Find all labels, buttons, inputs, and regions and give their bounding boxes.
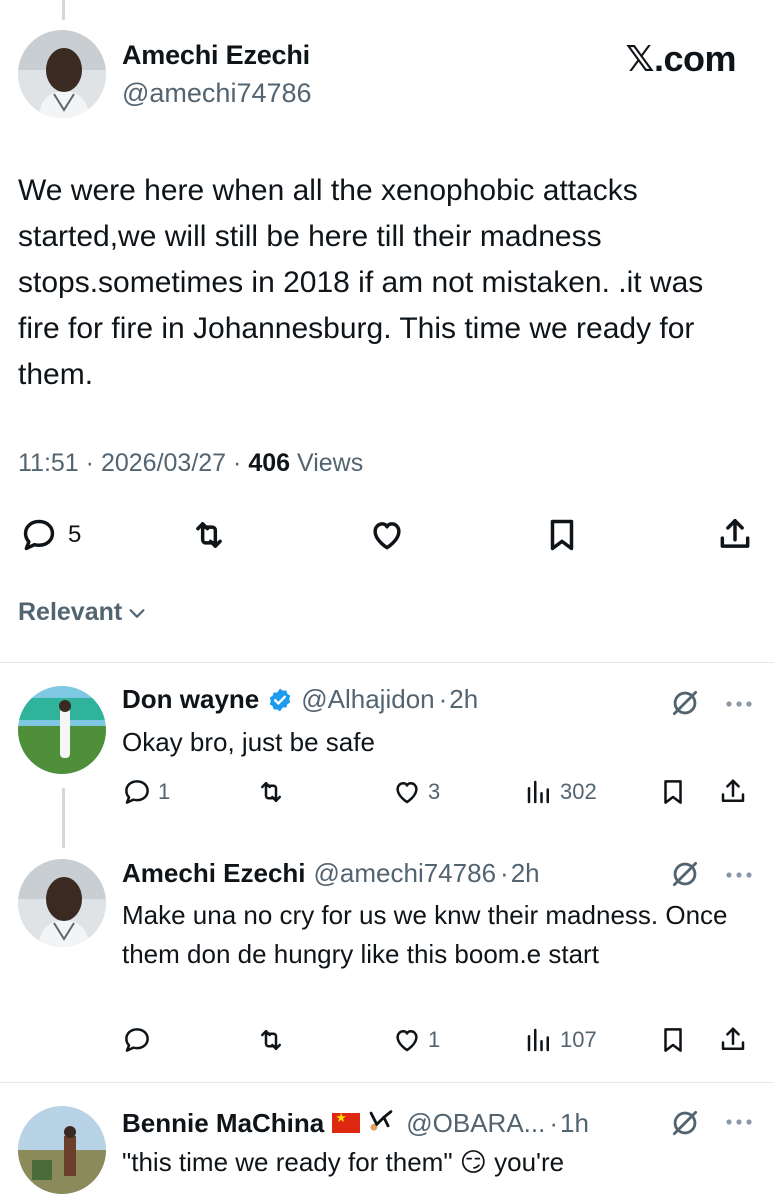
reply-author-handle[interactable]: @Alhajidon	[301, 684, 434, 715]
thread-line	[62, 0, 65, 20]
retweet-button[interactable]	[190, 510, 228, 560]
reply-avatar[interactable]	[18, 859, 106, 947]
grok-icon[interactable]	[668, 857, 702, 891]
x-brand-logo: 𝕏.com	[625, 38, 736, 79]
reply-avatar[interactable]	[18, 686, 106, 774]
tweet-text: We were here when all the xenophobic att…	[18, 174, 704, 391]
share-icon	[721, 1027, 745, 1050]
reply-item[interactable]: Amechi Ezechi @amechi74786 · 2h Make una…	[0, 845, 774, 1081]
reply-author-name[interactable]: Bennie MaChina	[122, 1108, 324, 1139]
more-options-icon[interactable]	[722, 865, 756, 885]
reply-header: Bennie MaChina @OBARA... · 1h	[122, 1106, 589, 1140]
meta-separator: ·	[549, 1107, 559, 1138]
reply-author-handle[interactable]: @amechi74786	[314, 858, 497, 889]
grok-icon[interactable]	[668, 1106, 702, 1140]
tweet-time[interactable]: 11:51	[18, 449, 79, 477]
meta-separator: ·	[233, 449, 242, 477]
person-cartwheeling-icon	[369, 1110, 393, 1131]
more-options-icon[interactable]	[722, 694, 756, 714]
like-icon	[396, 782, 418, 804]
more-options-icon[interactable]	[722, 1112, 756, 1132]
retweet-icon	[261, 782, 281, 802]
verified-badge-icon[interactable]	[267, 687, 293, 713]
bookmark-button[interactable]	[658, 772, 688, 812]
reply-age[interactable]: 2h	[511, 858, 540, 889]
reply-icon	[125, 780, 149, 804]
reply-text: Make una no cry for us we knw their madn…	[122, 900, 728, 969]
retweet-button[interactable]	[256, 772, 286, 812]
view-count: 302	[560, 779, 597, 804]
china-flag-icon	[332, 1110, 361, 1133]
views-chart-icon	[527, 1028, 549, 1052]
tweet-date[interactable]: 2026/03/27	[101, 449, 226, 477]
meta-separator: ·	[438, 684, 448, 714]
reply-icon	[125, 1028, 149, 1052]
reply-text: Okay bro, just be safe	[122, 727, 375, 757]
reply-text: "this time we ready for them" 😏 you're	[122, 1147, 565, 1177]
reply-author-name[interactable]: Amechi Ezechi	[122, 858, 306, 889]
reply-header: Amechi Ezechi @amechi74786 · 2h	[122, 858, 540, 889]
share-icon	[721, 779, 745, 802]
reply-action-bar: 1 107	[0, 1020, 774, 1060]
author-handle[interactable]: @amechi74786	[122, 78, 312, 109]
retweet-icon	[261, 1030, 281, 1050]
like-button[interactable]: 1	[392, 1020, 440, 1060]
sort-dropdown[interactable]: Relevant	[18, 598, 148, 627]
like-button[interactable]: 3	[392, 772, 440, 812]
meta-separator: ·	[500, 858, 509, 888]
reply-author-handle[interactable]: @OBARA...	[406, 1108, 545, 1139]
reply-header: Don wayne @Alhajidon · 2h	[122, 684, 478, 715]
view-count: 107	[560, 1027, 597, 1052]
like-count: 1	[428, 1027, 441, 1052]
like-icon	[373, 522, 401, 550]
share-icon	[720, 519, 750, 548]
reply-action-bar: 1 3 302	[0, 772, 774, 812]
like-count: 3	[428, 779, 441, 804]
bookmark-icon	[550, 519, 574, 551]
share-button[interactable]	[718, 772, 748, 812]
meta-separator: ·	[85, 449, 94, 477]
grok-icon[interactable]	[668, 686, 702, 720]
reply-count: 1	[158, 779, 171, 804]
reply-age[interactable]: 1h	[560, 1108, 589, 1139]
share-button[interactable]	[718, 1020, 748, 1060]
bookmark-button[interactable]	[543, 510, 581, 560]
reply-button[interactable]: 5	[20, 510, 81, 560]
like-button[interactable]	[368, 510, 406, 560]
reply-button[interactable]	[122, 1020, 152, 1060]
bookmark-icon	[664, 780, 682, 804]
reply-age[interactable]: 2h	[449, 684, 478, 715]
like-icon	[396, 1030, 418, 1052]
share-button[interactable]	[716, 510, 754, 560]
reply-icon	[23, 519, 55, 551]
chevron-down-icon	[129, 608, 145, 618]
views-button[interactable]: 302	[524, 772, 597, 812]
views-label: Views	[296, 449, 364, 477]
views-chart-icon	[527, 780, 549, 804]
reply-author-name[interactable]: Don wayne	[122, 684, 259, 715]
author-avatar[interactable]	[18, 30, 106, 118]
sort-label: Relevant	[18, 598, 123, 626]
reply-item[interactable]: Don wayne @Alhajidon · 2h Okay bro, just…	[0, 662, 774, 858]
views-count: 406	[248, 449, 291, 477]
author-name[interactable]: Amechi Ezechi	[122, 40, 310, 71]
tweet-action-bar: 5	[0, 510, 774, 560]
reply-item[interactable]: Bennie MaChina @OBARA... · 1h "this time…	[0, 1082, 774, 1200]
retweet-button[interactable]	[256, 1020, 286, 1060]
bookmark-button[interactable]	[658, 1020, 688, 1060]
tweet-meta: 11:51 · 2026/03/27 · 406 Views	[18, 449, 363, 478]
reply-button[interactable]: 1	[122, 772, 170, 812]
thread-line	[62, 788, 65, 848]
reply-count: 5	[68, 521, 82, 548]
retweet-icon	[196, 522, 222, 548]
views-button[interactable]: 107	[524, 1020, 597, 1060]
bookmark-icon	[664, 1028, 682, 1052]
reply-avatar[interactable]	[18, 1106, 106, 1194]
